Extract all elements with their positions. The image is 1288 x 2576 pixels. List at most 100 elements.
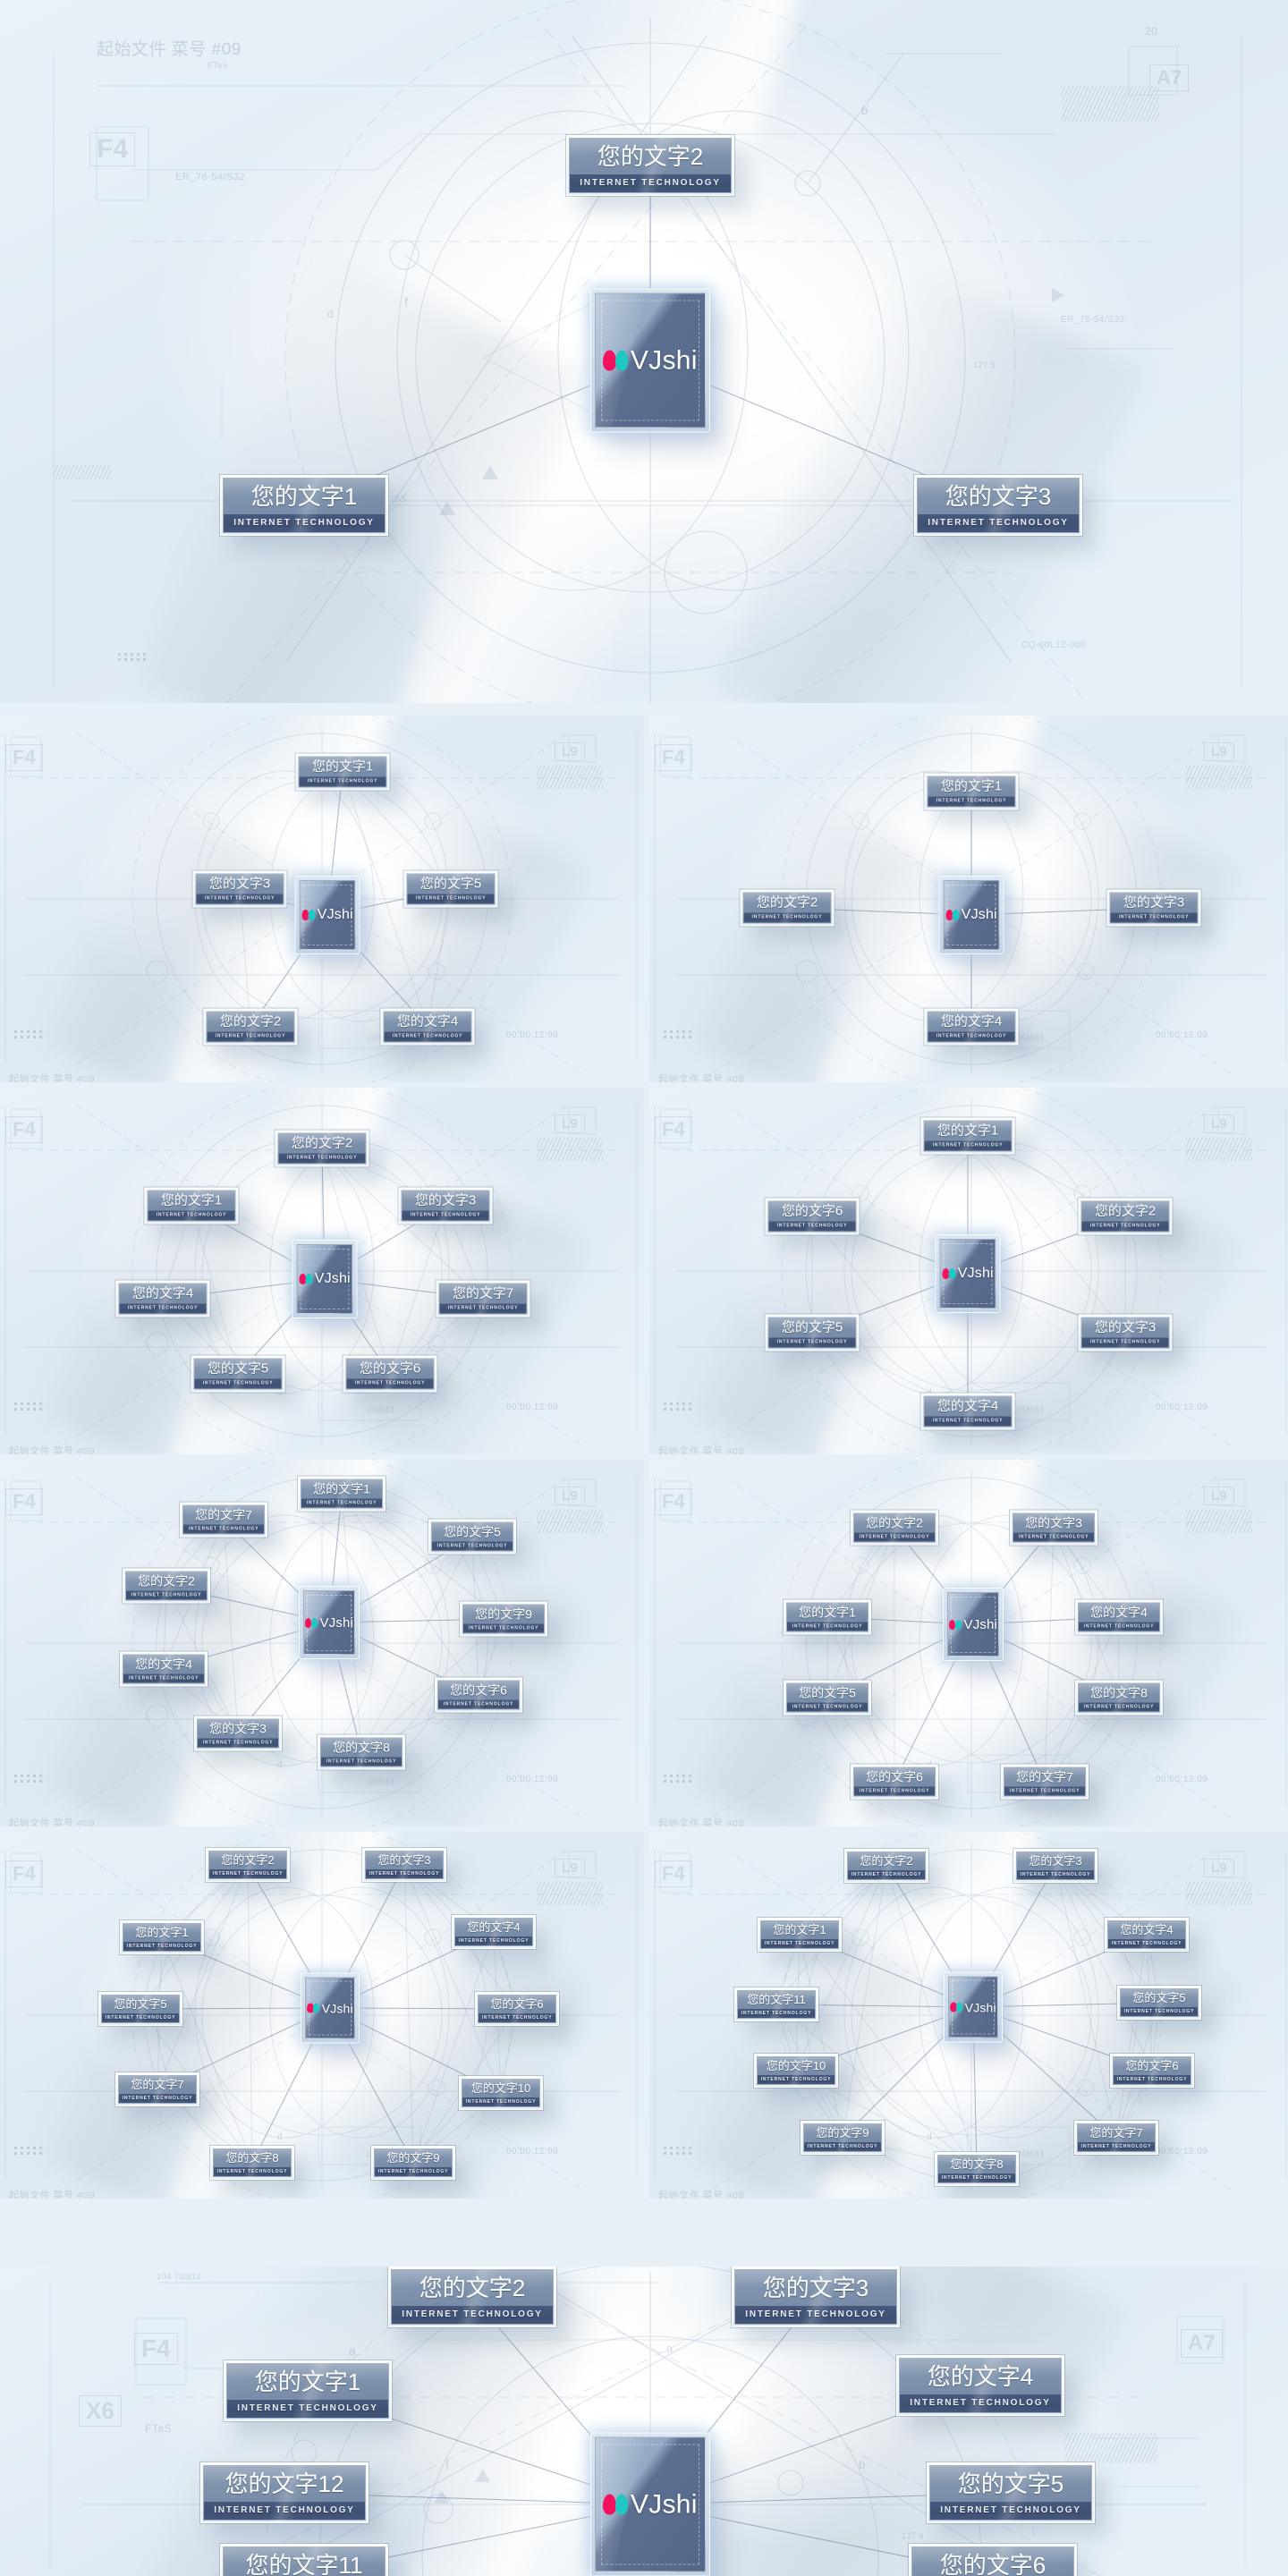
node-label-plaque[interactable]: 您的文字8 INTERNET TECHNOLOGY <box>1075 1680 1163 1716</box>
node-label-plaque[interactable]: 您的文字1 INTERNET TECHNOLOGY <box>220 475 388 536</box>
plaque-inner: 您的文字1 INTERNET TECHNOLOGY <box>923 1120 1013 1152</box>
node-label-plaque[interactable]: 您的文字9 INTERNET TECHNOLOGY <box>801 2121 885 2155</box>
node-label-plaque[interactable]: 您的文字1 INTERNET TECHNOLOGY <box>920 1117 1015 1155</box>
node-title: 您的文字4 <box>1108 1921 1185 1939</box>
node-label-plaque[interactable]: 您的文字5 INTERNET TECHNOLOGY <box>927 2462 1095 2523</box>
node-label-plaque[interactable]: 您的文字3 INTERNET TECHNOLOGY <box>1078 1314 1173 1352</box>
node-label-plaque[interactable]: 您的文字12 INTERNET TECHNOLOGY <box>200 2462 369 2523</box>
node-label-plaque[interactable]: 您的文字1 INTERNET TECHNOLOGY <box>298 1476 386 1512</box>
node-label-plaque[interactable]: 您的文字7 INTERNET TECHNOLOGY <box>115 2072 199 2106</box>
node-label-plaque[interactable]: 您的文字7 INTERNET TECHNOLOGY <box>1074 2121 1158 2155</box>
node-label-plaque[interactable]: 您的文字4 INTERNET TECHNOLOGY <box>896 2355 1064 2416</box>
node-label-plaque[interactable]: 您的文字1 INTERNET TECHNOLOGY <box>784 1599 871 1635</box>
node-label-plaque[interactable]: 您的文字2 INTERNET TECHNOLOGY <box>1078 1198 1173 1235</box>
node-label-plaque[interactable]: 您的文字6INTERNET TECHNOLOGY <box>851 1764 938 1800</box>
node-label-plaque[interactable]: 您的文字7 INTERNET TECHNOLOGY <box>180 1502 267 1538</box>
node-title: 您的文字6 <box>346 1359 434 1379</box>
center-logo-tile[interactable]: VJshi <box>591 2433 709 2576</box>
plaque-inner: 您的文字2 INTERNET TECHNOLOGY <box>1080 1200 1170 1233</box>
node-label-plaque[interactable]: 您的文字3 INTERNET TECHNOLOGY <box>914 475 1082 536</box>
node-label-plaque[interactable]: 您的文字3 INTERNET TECHNOLOGY <box>192 870 287 908</box>
node-label-plaque[interactable]: 您的文字10 INTERNET TECHNOLOGY <box>459 2076 543 2110</box>
node-label-plaque[interactable]: 您的文字4 INTERNET TECHNOLOGY <box>920 1393 1015 1430</box>
node-label-plaque[interactable]: 您的文字6INTERNET TECHNOLOGY <box>343 1355 437 1393</box>
node-label-plaque[interactable]: 您的文字2 INTERNET TECHNOLOGY <box>206 1848 290 1882</box>
node-label-plaque[interactable]: 您的文字1 INTERNET TECHNOLOGY <box>295 753 390 791</box>
node-subtitle: INTERNET TECHNOLOGY <box>224 514 385 532</box>
node-label-plaque[interactable]: 您的文字8 INTERNET TECHNOLOGY <box>210 2146 294 2180</box>
node-label-plaque[interactable]: 您的文字4 INTERNET TECHNOLOGY <box>380 1008 475 1046</box>
node-label-plaque[interactable]: 您的文字11INTERNET TECHNOLOGY <box>734 1987 818 2021</box>
node-label-plaque[interactable]: 您的文字1 INTERNET TECHNOLOGY <box>924 773 1019 810</box>
node-label-plaque[interactable]: 您的文字1 INTERNET TECHNOLOGY <box>758 1918 842 1952</box>
vjshi-logo-icon <box>950 2002 963 2012</box>
node-label-plaque[interactable]: 您的文字1 INTERNET TECHNOLOGY <box>120 1920 204 1954</box>
node-label-plaque[interactable]: 您的文字5 INTERNET TECHNOLOGY <box>765 1314 860 1352</box>
node-label-plaque[interactable]: 您的文字4 INTERNET TECHNOLOGY <box>452 1915 536 1949</box>
node-title: 您的文字3 <box>196 874 284 894</box>
node-label-plaque[interactable]: 您的文字3 INTERNET TECHNOLOGY <box>362 1848 446 1882</box>
node-label-plaque[interactable]: 您的文字5 INTERNET TECHNOLOGY <box>428 1519 516 1555</box>
node-label-plaque[interactable]: 您的文字2 INTERNET TECHNOLOGY <box>203 1008 298 1046</box>
node-label-plaque[interactable]: 您的文字6INTERNET TECHNOLOGY <box>909 2544 1077 2576</box>
node-label-plaque[interactable]: 您的文字9 INTERNET TECHNOLOGY <box>371 2146 455 2180</box>
node-label-plaque[interactable]: 您的文字6INTERNET TECHNOLOGY <box>475 1992 559 2026</box>
node-label-plaque[interactable]: 您的文字4 INTERNET TECHNOLOGY <box>1105 1918 1189 1952</box>
node-label-plaque[interactable]: 您的文字2 INTERNET TECHNOLOGY <box>388 2267 556 2327</box>
node-label-plaque[interactable]: 您的文字2 INTERNET TECHNOLOGY <box>123 1568 210 1604</box>
node-title: 您的文字8 <box>938 2156 1015 2174</box>
center-logo-tile[interactable]: VJshi <box>939 877 1004 953</box>
node-label-plaque[interactable]: 您的文字5 INTERNET TECHNOLOGY <box>98 1992 182 2026</box>
center-logo-tile[interactable]: VJshi <box>301 1973 359 2043</box>
center-logo-tile[interactable]: VJshi <box>936 1235 1000 1312</box>
center-logo-tile[interactable]: VJshi <box>945 1972 1002 2042</box>
node-subtitle: INTERNET TECHNOLOGY <box>402 1210 489 1221</box>
node-label-plaque[interactable]: 您的文字6INTERNET TECHNOLOGY <box>765 1198 860 1235</box>
node-label-plaque[interactable]: 您的文字7 INTERNET TECHNOLOGY <box>1001 1764 1089 1800</box>
node-label-plaque[interactable]: 您的文字2 INTERNET TECHNOLOGY <box>844 1849 928 1883</box>
plaque-inner: 您的文字7 INTERNET TECHNOLOGY <box>1077 2123 1156 2152</box>
node-label-plaque[interactable]: 您的文字3 INTERNET TECHNOLOGY <box>1013 1849 1097 1883</box>
node-label-plaque[interactable]: 您的文字5 INTERNET TECHNOLOGY <box>1117 1986 1201 2020</box>
logo-tile-face: VJshi <box>595 292 706 428</box>
node-label-plaque[interactable]: 您的文字1 INTERNET TECHNOLOGY <box>144 1187 239 1224</box>
node-label-plaque[interactable]: 您的文字3 INTERNET TECHNOLOGY <box>732 2267 900 2327</box>
node-label-plaque[interactable]: 您的文字2 INTERNET TECHNOLOGY <box>566 135 734 196</box>
node-label-plaque[interactable]: 您的文字4 INTERNET TECHNOLOGY <box>120 1651 208 1687</box>
node-subtitle: INTERNET TECHNOLOGY <box>768 1221 856 1232</box>
center-logo-tile[interactable]: VJshi <box>292 1241 357 1318</box>
plaque-inner: 您的文字3 INTERNET TECHNOLOGY <box>197 1718 279 1749</box>
node-label-plaque[interactable]: 您的文字11INTERNET TECHNOLOGY <box>220 2544 388 2576</box>
node-label-plaque[interactable]: 您的文字5 INTERNET TECHNOLOGY <box>403 870 498 908</box>
logo-lobe-teal <box>310 1617 318 1628</box>
node-label-plaque[interactable]: 您的文字3 INTERNET TECHNOLOGY <box>1106 889 1201 927</box>
node-subtitle: INTERNET TECHNOLOGY <box>198 1738 278 1748</box>
node-label-plaque[interactable]: 您的文字4 INTERNET TECHNOLOGY <box>924 1008 1019 1046</box>
node-label-plaque[interactable]: 您的文字10 INTERNET TECHNOLOGY <box>754 2054 838 2088</box>
node-label-plaque[interactable]: 您的文字6INTERNET TECHNOLOGY <box>1110 2054 1194 2088</box>
node-label-plaque[interactable]: 您的文字1 INTERNET TECHNOLOGY <box>224 2360 392 2421</box>
node-label-plaque[interactable]: 您的文字2 INTERNET TECHNOLOGY <box>740 889 835 927</box>
node-label-plaque[interactable]: 您的文字4 INTERNET TECHNOLOGY <box>1075 1599 1163 1635</box>
node-label-plaque[interactable]: 您的文字9 INTERNET TECHNOLOGY <box>460 1601 547 1637</box>
node-label-plaque[interactable]: 您的文字3 INTERNET TECHNOLOGY <box>194 1716 282 1751</box>
node-label-plaque[interactable]: 您的文字3 INTERNET TECHNOLOGY <box>1010 1510 1097 1546</box>
node-label-plaque[interactable]: 您的文字4 INTERNET TECHNOLOGY <box>115 1280 210 1318</box>
node-label-plaque[interactable]: 您的文字3 INTERNET TECHNOLOGY <box>398 1187 493 1224</box>
vjshi-logo-icon <box>603 350 629 371</box>
center-logo-tile[interactable]: VJshi <box>591 289 709 432</box>
brand-name: VJshi <box>961 907 997 922</box>
node-label-plaque[interactable]: 您的文字8 INTERNET TECHNOLOGY <box>318 1734 405 1770</box>
node-label-plaque[interactable]: 您的文字7 INTERNET TECHNOLOGY <box>436 1280 530 1318</box>
node-label-plaque[interactable]: 您的文字6INTERNET TECHNOLOGY <box>435 1677 522 1713</box>
node-label-plaque[interactable]: 您的文字2 INTERNET TECHNOLOGY <box>275 1130 369 1167</box>
center-logo-tile[interactable]: VJshi <box>300 1587 359 1658</box>
node-label-plaque[interactable]: 您的文字5 INTERNET TECHNOLOGY <box>191 1355 285 1393</box>
node-label-plaque[interactable]: 您的文字5 INTERNET TECHNOLOGY <box>784 1680 871 1716</box>
node-title: 您的文字5 <box>194 1359 282 1379</box>
center-logo-tile[interactable]: VJshi <box>944 1589 1003 1660</box>
node-label-plaque[interactable]: 您的文字2 INTERNET TECHNOLOGY <box>851 1510 938 1546</box>
node-title: 您的文字4 <box>1079 1603 1159 1623</box>
center-logo-tile[interactable]: VJshi <box>295 877 360 953</box>
node-label-plaque[interactable]: 您的文字8 INTERNET TECHNOLOGY <box>935 2152 1019 2186</box>
